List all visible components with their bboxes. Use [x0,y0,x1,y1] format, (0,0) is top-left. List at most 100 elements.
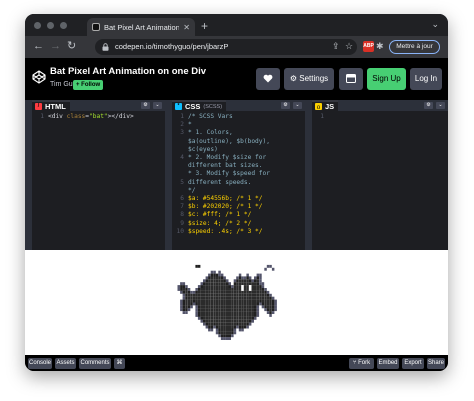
code-line[interactable]: * [188,121,192,129]
bat-pixel [213,308,216,312]
code-line[interactable]: $a: #54556b; /* 1 */ [188,195,263,203]
new-tab-icon[interactable]: + [201,19,208,33]
adblock-extension-icon[interactable]: ABP [363,41,374,52]
extensions-puzzle-icon[interactable]: ✱ [376,41,387,52]
code-line[interactable]: * 3. Modify $speed for [188,170,270,178]
bat-pixel [197,316,201,320]
console-button[interactable]: Console [28,358,52,369]
codepen-logo-icon[interactable] [32,70,46,84]
bat-pixel [187,288,191,291]
bat-pixel [185,285,188,288]
back-icon[interactable]: ← [33,40,44,52]
html-pane-tab[interactable]: / HTML [32,100,70,111]
bat-pixel [241,325,244,329]
code-line[interactable]: $b: #202020; /* 1 */ [188,203,263,211]
code-line[interactable]: different speeds. [188,179,251,187]
bat-pixel [220,305,224,309]
bat-pixel [213,288,216,291]
html-attr: class [66,113,86,120]
code-line[interactable]: $speed: .4s; /* 3 */ [188,228,263,236]
bat-pixel [182,311,186,314]
bat-pixel [248,299,252,303]
js-collapse-chevron-icon[interactable]: ⌄ [436,102,445,109]
js-settings-gear-icon[interactable]: ⚙ [424,102,433,109]
bat-pixel [223,311,226,314]
html-collapse-chevron-icon[interactable]: ⌄ [153,102,162,109]
bat-pixel [213,316,216,320]
bat-pixel [264,302,267,306]
code-line[interactable]: $a(outline), $b(body), [188,138,270,146]
embed-button[interactable]: Embed [377,358,399,369]
js-pane-tab[interactable]: {} JS [312,100,339,111]
result-preview[interactable] [25,250,448,355]
bat-pixel [274,302,277,306]
code-line[interactable]: /* SCSS Vars [188,113,233,121]
tab-close-icon[interactable]: ✕ [183,23,190,32]
bat-pixel [223,290,226,294]
bat-pixel [208,279,211,283]
code-line[interactable]: */ [188,187,195,195]
log-in-button[interactable]: Log In [410,68,442,90]
export-button[interactable]: Export [402,358,424,369]
minimize-window-button[interactable] [47,22,54,29]
bat-pixel [203,302,206,306]
bookmark-star-icon[interactable]: ☆ [345,41,353,52]
bat-pixel [241,328,244,332]
heart-button[interactable] [256,68,280,90]
bat-pixel [213,273,216,277]
code-line[interactable]: <div class="bat"></div> [48,113,134,121]
bat-pixel [187,293,191,297]
share-page-icon[interactable]: ⇪ [332,41,340,52]
bat-pixel [213,311,216,314]
tab-search-chevron-icon[interactable]: ⌄ [431,19,439,30]
sign-up-button[interactable]: Sign Up [367,68,406,90]
bat-pixel [248,308,252,312]
html-pane-title: HTML [45,102,66,111]
bat-pixel [231,316,234,320]
zoom-window-button[interactable] [60,22,67,29]
change-view-button[interactable] [339,68,363,90]
bat-pixel [208,305,211,309]
html-settings-gear-icon[interactable]: ⚙ [141,102,150,109]
bat-pixel [233,305,237,309]
url-text[interactable]: codepen.io/timothyguo/pen/jbarzP [115,42,228,51]
settings-button[interactable]: ⚙ Settings [284,68,334,90]
fork-button[interactable]: ⑂ Fork [349,358,374,369]
follow-button[interactable]: + Follow [73,80,104,90]
bat-pixel [215,290,219,294]
css-settings-gear-icon[interactable]: ⚙ [281,102,290,109]
close-window-button[interactable] [34,22,41,29]
code-line[interactable]: * 2. Modify $size for [188,154,266,162]
address-bar[interactable]: codepen.io/timothyguo/pen/jbarzP ⇪ ☆ [95,39,357,55]
css-collapse-chevron-icon[interactable]: ⌄ [293,102,302,109]
editor-area: / HTML ⚙ ⌄ 1 <div class="bat"></div> * C… [25,100,448,250]
lock-icon[interactable] [102,43,109,51]
bat-pixel [248,282,252,286]
code-line[interactable]: $size: 4; /* 2 */ [188,220,251,228]
share-button[interactable]: Share [427,358,445,369]
bat-pixel [180,299,183,303]
bat-pixel [210,328,214,332]
css-pane-tab[interactable]: * CSS (SCSS) [172,100,227,111]
code-line[interactable]: $c: #fff; /* 1 */ [188,211,251,219]
browser-tab[interactable]: Bat Pixel Art Animation on one Div ✕ [87,18,195,36]
bat-pixel [185,293,188,297]
update-browser-button[interactable]: Mettre à jour [389,40,440,54]
bat-pixel [195,296,198,300]
bat-pixel [266,290,270,294]
bat-pixel [220,316,224,320]
code-line[interactable]: $c(eyes) [188,146,218,154]
bat-pixel [248,293,252,297]
bat-pixel [218,331,221,335]
bat-pixel [256,290,260,294]
code-line[interactable]: different bat sizes. [188,162,263,170]
comments-button[interactable]: Comments [79,358,111,369]
keyboard-shortcuts-icon[interactable]: ⌘ [114,358,125,369]
forward-icon[interactable]: → [50,40,61,52]
assets-button[interactable]: Assets [55,358,76,369]
bat-pixel [274,305,277,309]
reload-icon[interactable]: ↻ [67,40,76,52]
code-line[interactable]: * 1. Colors, [188,129,233,137]
bat-pixel [220,311,224,314]
bat-pixel [187,302,191,306]
